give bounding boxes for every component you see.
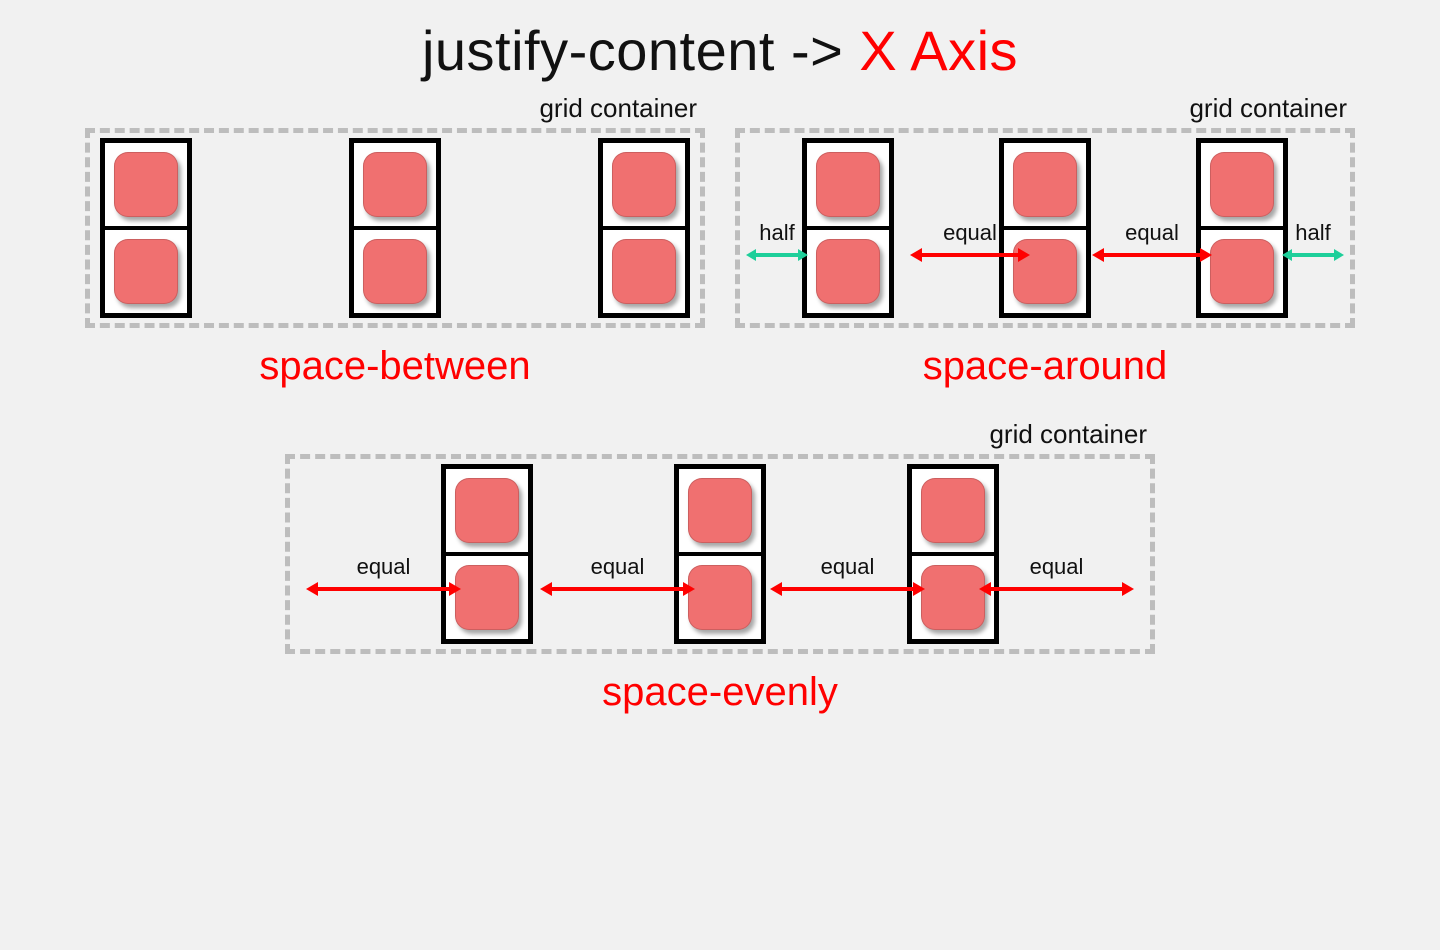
example-space-between: grid container space-between xyxy=(85,93,705,389)
tile xyxy=(363,152,427,217)
title-property: justify-content xyxy=(422,19,775,82)
tile xyxy=(816,152,880,217)
grid-column xyxy=(674,464,766,644)
caption-evenly: space-evenly xyxy=(285,670,1155,715)
caption-between: space-between xyxy=(85,344,705,389)
arrow-label: equal xyxy=(591,556,645,578)
grid-column xyxy=(802,138,894,318)
equal-arrow-e3: equal xyxy=(770,556,925,598)
tile xyxy=(921,565,985,630)
grid-column xyxy=(100,138,192,318)
tile xyxy=(688,478,752,543)
grid-column xyxy=(598,138,690,318)
half-arrow-left: half xyxy=(746,222,808,264)
double-arrow-icon xyxy=(746,246,808,264)
arrow-label: equal xyxy=(1030,556,1084,578)
grid-cell xyxy=(1002,228,1088,315)
tile xyxy=(1013,152,1077,217)
double-arrow-icon xyxy=(1092,246,1212,264)
tile xyxy=(612,152,676,217)
grid-cell xyxy=(805,228,891,315)
grid-cell xyxy=(677,467,763,554)
grid-cell xyxy=(677,554,763,641)
tile xyxy=(114,152,178,217)
arrow-label: equal xyxy=(821,556,875,578)
tile xyxy=(1210,152,1274,217)
double-arrow-icon xyxy=(306,580,461,598)
equal-arrow-e4: equal xyxy=(979,556,1134,598)
grid-cell xyxy=(352,141,438,228)
grid-cell xyxy=(103,141,189,228)
tile xyxy=(1210,239,1274,304)
double-arrow-icon xyxy=(540,580,695,598)
equal-arrow-e2: equal xyxy=(540,556,695,598)
equal-arrow-e1: equal xyxy=(306,556,461,598)
equal-arrow-2: equal xyxy=(1092,222,1212,264)
grid-cell xyxy=(601,228,687,315)
grid-cell xyxy=(601,141,687,228)
half-arrow-right: half xyxy=(1282,222,1344,264)
caption-around: space-around xyxy=(735,344,1355,389)
grid-cell xyxy=(103,228,189,315)
double-arrow-icon xyxy=(979,580,1134,598)
page-title: justify-content -> X Axis xyxy=(0,0,1440,83)
arrow-label: equal xyxy=(943,222,997,244)
grid-container-around: half equal equal xyxy=(735,128,1355,328)
grid-container-evenly: equal equal equal xyxy=(285,454,1155,654)
tile xyxy=(455,478,519,543)
container-label: grid container xyxy=(735,93,1355,124)
grid-column xyxy=(441,464,533,644)
arrow-label: half xyxy=(1295,222,1330,244)
arrow-label: equal xyxy=(1125,222,1179,244)
grid-cell xyxy=(1002,141,1088,228)
grid-cell xyxy=(444,554,530,641)
grid-column xyxy=(349,138,441,318)
grid-cell xyxy=(1199,228,1285,315)
double-arrow-icon xyxy=(1282,246,1344,264)
tile xyxy=(1013,239,1077,304)
double-arrow-icon xyxy=(770,580,925,598)
tile xyxy=(455,565,519,630)
title-axis: X Axis xyxy=(859,19,1018,82)
arrow-label: half xyxy=(759,222,794,244)
arrow-label: equal xyxy=(357,556,411,578)
container-label: grid container xyxy=(85,93,705,124)
grid-cell xyxy=(1199,141,1285,228)
grid-container-between xyxy=(85,128,705,328)
title-arrow: -> xyxy=(791,19,843,82)
tile xyxy=(114,239,178,304)
tile xyxy=(363,239,427,304)
tile xyxy=(612,239,676,304)
grid-cell xyxy=(444,467,530,554)
container-label: grid container xyxy=(285,419,1155,450)
example-space-evenly: grid container equal xyxy=(285,419,1155,715)
grid-cell xyxy=(910,554,996,641)
grid-column xyxy=(1196,138,1288,318)
example-space-around: grid container half xyxy=(735,93,1355,389)
grid-cell xyxy=(910,467,996,554)
tile xyxy=(921,478,985,543)
grid-column xyxy=(907,464,999,644)
tile xyxy=(688,565,752,630)
grid-cell xyxy=(805,141,891,228)
tile xyxy=(816,239,880,304)
grid-cell xyxy=(352,228,438,315)
grid-column xyxy=(999,138,1091,318)
